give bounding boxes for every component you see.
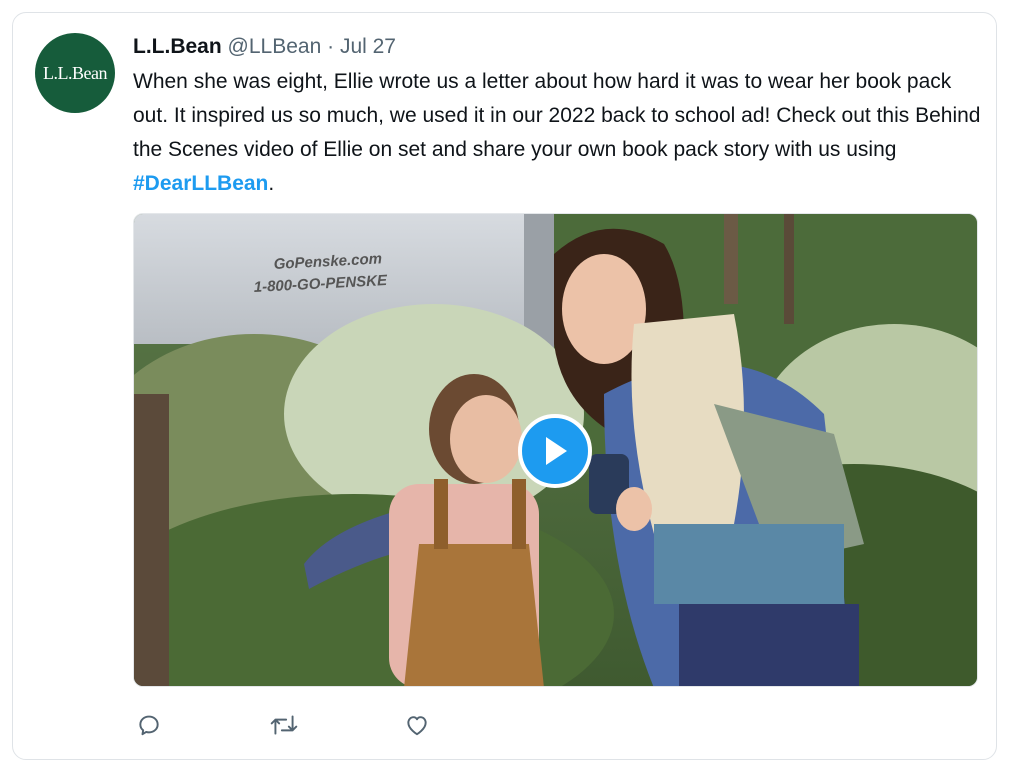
retweet-icon bbox=[270, 715, 298, 735]
tweet-text: When she was eight, Ellie wrote us a let… bbox=[133, 65, 983, 201]
hashtag-link[interactable]: #DearLLBean bbox=[133, 172, 268, 195]
play-icon bbox=[546, 437, 567, 465]
reply-button[interactable] bbox=[133, 709, 165, 741]
play-button[interactable] bbox=[518, 414, 592, 488]
avatar-logo-text: L.L.Bean bbox=[43, 62, 107, 83]
video-thumbnail[interactable]: GoPenske.com 1-800-GO-PENSKE bbox=[133, 213, 978, 687]
tweet-header: L.L.Bean @LLBean · Jul 27 bbox=[133, 33, 396, 61]
author-handle[interactable]: @LLBean bbox=[228, 35, 322, 58]
author-name[interactable]: L.L.Bean bbox=[133, 35, 222, 58]
avatar[interactable]: L.L.Bean bbox=[35, 33, 115, 113]
reply-icon bbox=[139, 715, 159, 736]
tweet-card[interactable]: L.L.Bean L.L.Bean @LLBean · Jul 27 When … bbox=[12, 12, 997, 760]
retweet-button[interactable] bbox=[268, 709, 300, 741]
tweet-body: When she was eight, Ellie wrote us a let… bbox=[133, 70, 981, 161]
tweet-text-end: . bbox=[268, 172, 275, 195]
tweet-date[interactable]: Jul 27 bbox=[340, 35, 396, 58]
header-separator: · bbox=[327, 35, 335, 58]
like-button[interactable] bbox=[401, 709, 433, 741]
like-icon bbox=[407, 716, 427, 736]
